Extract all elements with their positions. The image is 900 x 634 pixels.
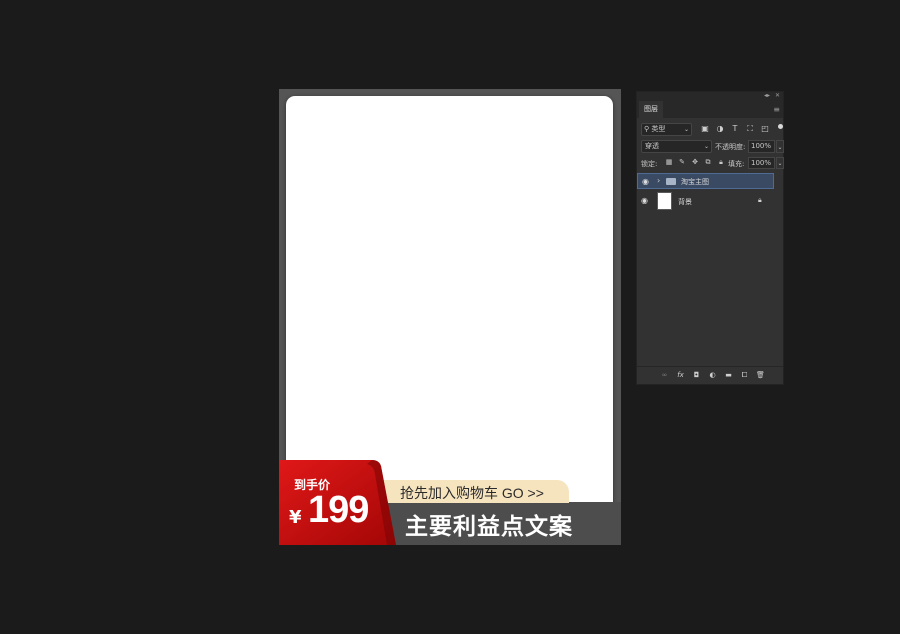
opacity-label: 不透明度:: [715, 143, 746, 151]
layer-thumbnail: [657, 192, 672, 210]
slogan-text: 抢先加入购物车 GO >>: [400, 485, 544, 501]
lock-position-icon[interactable]: ✥: [690, 157, 700, 168]
layer-name: 淘宝主图: [681, 178, 709, 186]
filter-toggle[interactable]: [778, 124, 783, 129]
lock-all-icon[interactable]: 🔒︎: [716, 157, 726, 168]
panel-header: ◂▸ ✕: [637, 92, 783, 101]
lock-label: 锁定:: [641, 160, 658, 168]
blend-mode-select[interactable]: 穿透 ⌄: [641, 140, 712, 153]
type-filter-icon[interactable]: T: [730, 123, 740, 135]
lock-icon: 🔒︎: [758, 196, 762, 204]
panel-menu-icon[interactable]: ≡: [773, 105, 780, 114]
search-icon: ⚲: [644, 125, 650, 133]
eye-icon[interactable]: ◉: [641, 196, 648, 205]
smart-object-filter-icon[interactable]: ◰: [760, 123, 770, 135]
lock-image-icon[interactable]: ✎: [677, 157, 687, 168]
fill-input[interactable]: 100%: [748, 157, 775, 169]
delete-icon[interactable]: 🗑︎: [755, 370, 766, 381]
currency-symbol: ¥: [289, 507, 302, 528]
panel-footer: ∞ fx ◘ ◐ ▬ ⧠ 🗑︎: [637, 366, 783, 384]
adjustment-layer-icon[interactable]: ◐: [707, 370, 718, 381]
blend-mode-value: 穿透: [645, 142, 659, 150]
price-value: 199: [308, 489, 369, 531]
layers-panel: ◂▸ ✕ 图层 ≡ ⚲ 类型 ⌄ ▣ ◑ T ⛶ ◰ 穿透 ⌄ 不透明度: 10…: [636, 91, 784, 385]
opacity-input[interactable]: 100%: [748, 140, 775, 153]
folder-icon: [666, 178, 676, 185]
layer-row[interactable]: ◉ 背景 🔒︎: [637, 191, 774, 211]
tab-layers[interactable]: 图层: [639, 101, 663, 118]
group-icon[interactable]: ▬: [723, 370, 734, 381]
collapse-panel-icon[interactable]: ◂▸: [764, 92, 770, 99]
filter-kind-select[interactable]: ⚲ 类型 ⌄: [641, 123, 692, 136]
layer-name: 背景: [678, 198, 692, 206]
lock-icons: ▦ ✎ ✥ ⧉ 🔒︎: [664, 157, 726, 168]
image-filter-icon[interactable]: ▣: [700, 123, 710, 135]
chevron-down-icon: ⌄: [703, 143, 709, 150]
price-badge: 到手价 ¥ 199: [279, 460, 397, 545]
link-layers-icon[interactable]: ∞: [659, 370, 670, 381]
chevron-down-icon: ⌄: [683, 126, 689, 133]
fx-icon[interactable]: fx: [675, 370, 686, 381]
benefit-text: 主要利益点文案: [405, 514, 573, 540]
filter-kind-value: 类型: [651, 125, 666, 133]
fill-label: 填充:: [728, 160, 745, 168]
filter-icons: ▣ ◑ T ⛶ ◰: [700, 123, 770, 135]
opacity-dropdown[interactable]: ⌄: [776, 140, 784, 153]
new-layer-icon[interactable]: ⧠: [739, 370, 750, 381]
adjustment-filter-icon[interactable]: ◑: [715, 123, 725, 135]
mask-icon[interactable]: ◘: [691, 370, 702, 381]
document-canvas[interactable]: 抢先加入购物车 GO >> 主要利益点文案 到手价 ¥ 199: [279, 89, 621, 545]
eye-icon[interactable]: ◉: [642, 177, 649, 186]
lock-transparent-icon[interactable]: ▦: [664, 157, 674, 168]
lock-artboard-icon[interactable]: ⧉: [703, 157, 713, 168]
panel-tabbar: 图层 ≡: [637, 101, 783, 118]
layer-row[interactable]: ◉ › 淘宝主图: [637, 173, 774, 189]
fill-dropdown[interactable]: ⌄: [776, 157, 784, 169]
shape-filter-icon[interactable]: ⛶: [745, 123, 755, 135]
chevron-right-icon[interactable]: ›: [657, 176, 660, 185]
close-panel-icon[interactable]: ✕: [775, 92, 780, 99]
